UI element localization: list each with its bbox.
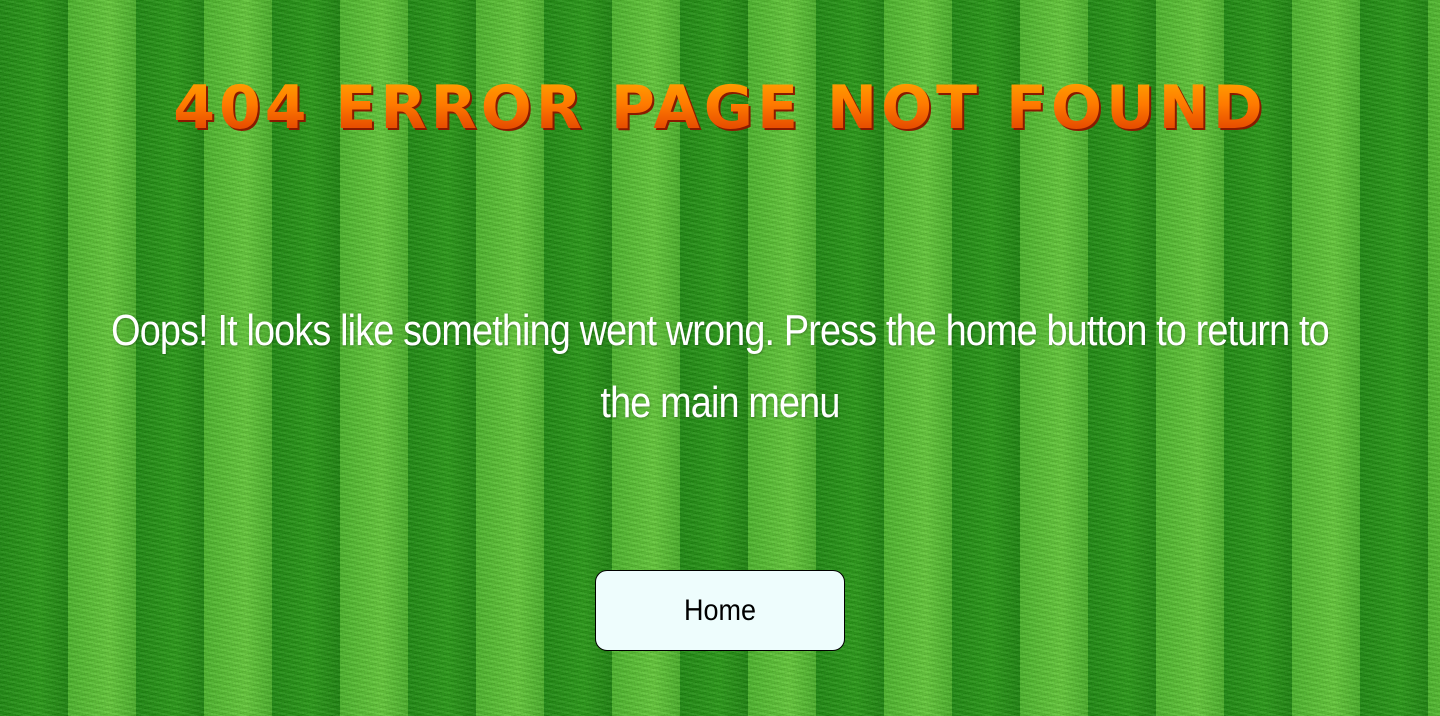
error-message: Oops! It looks like something went wrong… — [111, 306, 1330, 427]
home-button-label: Home — [683, 593, 757, 627]
error-page: 404 Error Page Not Found Oops! It looks … — [0, 0, 1440, 716]
page-title: 404 Error Page Not Found — [0, 70, 1440, 146]
home-button[interactable]: Home — [595, 570, 845, 651]
